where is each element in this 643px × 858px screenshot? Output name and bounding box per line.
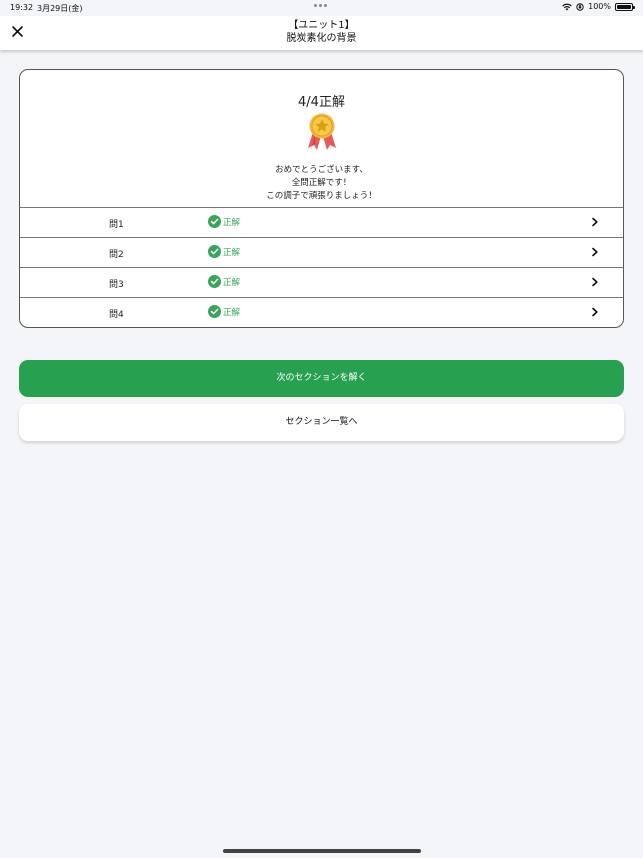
chevron-right-icon — [592, 307, 598, 317]
congrats-line: この調子で頑張りましょう！ — [266, 191, 377, 201]
question-label: 問2 — [109, 250, 124, 260]
congrats-message: おめでとうございます、 全問正解です！ この調子で頑張りましょう！ — [20, 164, 623, 203]
unit-title: 【ユニット1】 — [288, 20, 355, 31]
correct-badge: 正解 — [208, 215, 240, 228]
correct-badge: 正解 — [208, 305, 240, 318]
battery-icon — [615, 2, 635, 11]
result-card: 4/4正解 おめでとうございます、 全問正解です！ この調子で頑張りましょう！ … — [19, 69, 624, 328]
question-label: 問3 — [109, 280, 124, 290]
section-title: 脱炭素化の背景 — [286, 33, 357, 44]
question-list: 問1 正解 問2 正解 問3 正解 問4 正解 — [20, 207, 623, 327]
page-title: 【ユニット1】 脱炭素化の背景 — [0, 19, 643, 45]
question-row[interactable]: 問1 正解 — [20, 207, 623, 237]
correct-badge: 正解 — [208, 245, 240, 258]
chevron-right-icon — [592, 217, 598, 227]
check-circle-icon — [208, 305, 221, 318]
chevron-right-icon — [592, 277, 598, 287]
question-row[interactable]: 問2 正解 — [20, 237, 623, 267]
score-text: 4/4正解 — [298, 95, 345, 110]
question-row[interactable]: 問4 正解 — [20, 297, 623, 327]
status-text: 正解 — [223, 307, 241, 318]
status-bar: 19:32 3月29日(金) 100% — [0, 0, 643, 16]
chevron-right-icon — [592, 247, 598, 257]
congrats-line: おめでとうございます、 — [275, 165, 368, 175]
battery-fill — [617, 4, 631, 9]
check-circle-icon — [208, 215, 221, 228]
multitasking-dots-icon[interactable] — [314, 4, 327, 7]
next-section-button[interactable]: 次のセクションを解く — [19, 360, 624, 397]
nav-bar: 【ユニット1】 脱炭素化の背景 — [0, 16, 643, 50]
status-text: 正解 — [223, 277, 241, 288]
status-right: 100% — [562, 2, 635, 11]
status-date: 3月29日(金) — [37, 4, 83, 13]
question-row[interactable]: 問3 正解 — [20, 267, 623, 297]
status-text: 正解 — [223, 247, 241, 258]
section-list-button[interactable]: セクション一覧へ — [19, 404, 624, 441]
battery-percent: 100% — [588, 2, 611, 11]
orientation-lock-icon — [576, 2, 584, 11]
question-label: 問4 — [109, 310, 124, 320]
wifi-icon — [562, 3, 572, 10]
check-circle-icon — [208, 245, 221, 258]
medal-icon — [308, 113, 336, 150]
congrats-line: 全問正解です！ — [291, 178, 352, 188]
status-text: 正解 — [223, 217, 241, 228]
status-time: 19:32 — [10, 3, 34, 12]
question-label: 問1 — [109, 220, 124, 230]
check-circle-icon — [208, 275, 221, 288]
correct-badge: 正解 — [208, 275, 240, 288]
home-indicator[interactable] — [223, 849, 421, 853]
